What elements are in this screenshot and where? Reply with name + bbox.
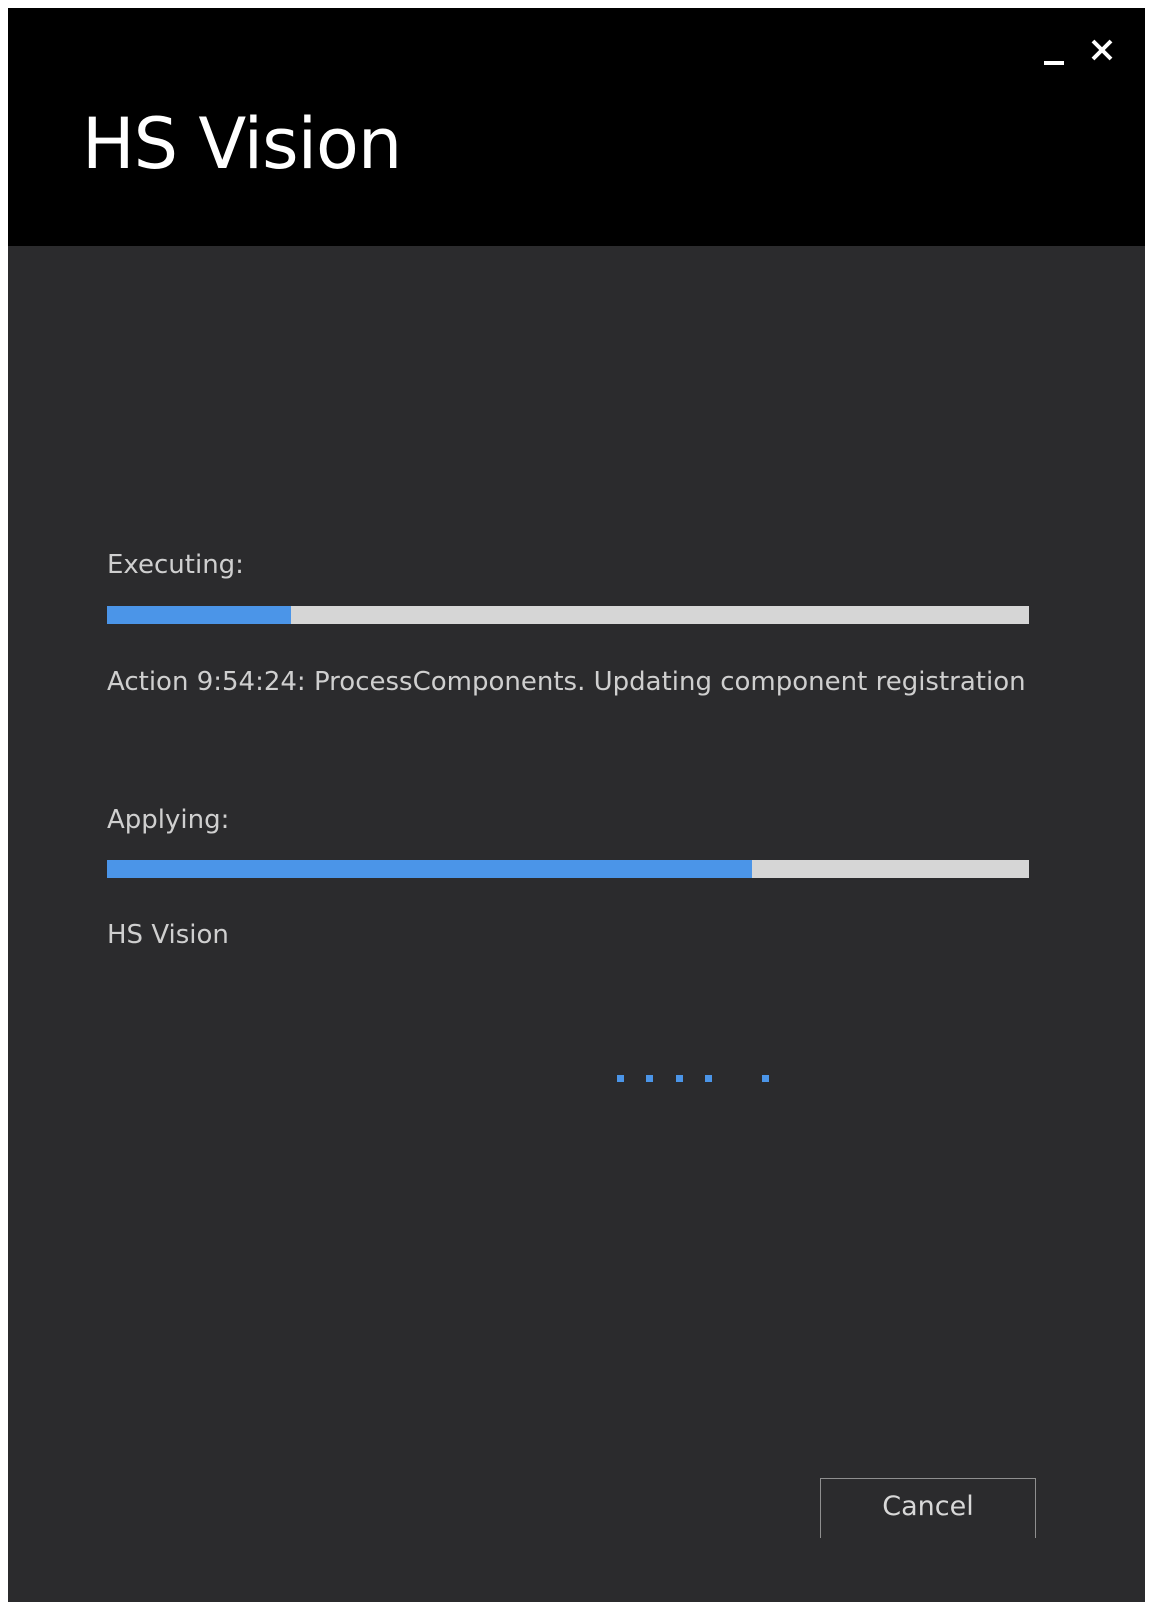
executing-progress-bar (107, 606, 1029, 624)
spinner-dot (646, 1075, 653, 1082)
executing-progress-fill (107, 606, 292, 624)
applying-progress-fill (107, 860, 753, 878)
executing-label: Executing: (107, 550, 244, 580)
executing-action-text: Action 9:54:24: ProcessComponents. Updat… (107, 667, 1026, 697)
spinner-dot (617, 1075, 624, 1082)
applying-detail-text: HS Vision (107, 920, 229, 950)
applying-progress-bar (107, 860, 1029, 878)
minimize-icon (1044, 61, 1064, 65)
spinner-dot (705, 1075, 712, 1082)
spinner-dot (676, 1075, 683, 1082)
minimize-button[interactable] (1036, 34, 1072, 70)
spinner-dot (762, 1075, 769, 1082)
title-bar: HS Vision (8, 8, 1145, 246)
close-icon (1091, 39, 1113, 61)
cancel-button[interactable]: Cancel (820, 1478, 1036, 1538)
loading-spinner (8, 1075, 1145, 1083)
app-title: HS Vision (82, 103, 402, 185)
applying-label: Applying: (107, 805, 230, 835)
close-button[interactable] (1084, 32, 1120, 68)
installer-window: HS Vision Executing: Action 9:54:24: Pro… (8, 8, 1145, 1602)
